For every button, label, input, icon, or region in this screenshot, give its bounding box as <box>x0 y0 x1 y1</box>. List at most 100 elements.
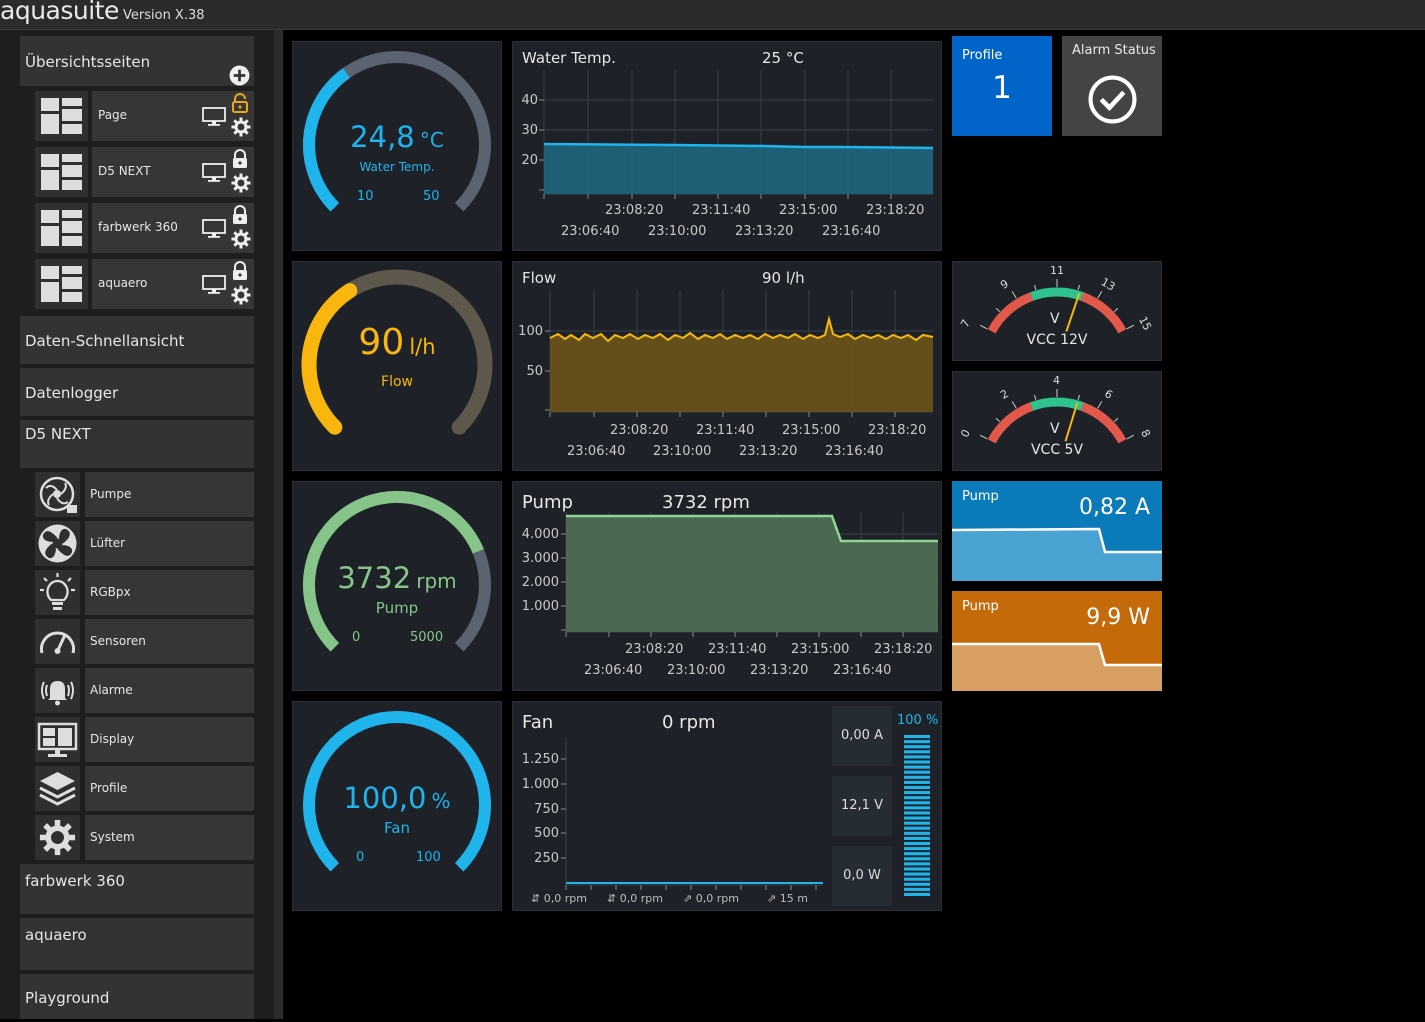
sidebar-overview-header[interactable]: Übersichtsseiten <box>20 36 254 86</box>
sidebar-quick-view[interactable]: Daten-Schnellansicht <box>20 316 254 364</box>
monitor-icon[interactable] <box>202 219 226 238</box>
light-bulb-icon <box>35 570 80 615</box>
app-name: aquasuite <box>0 0 119 25</box>
alarm-bell-icon <box>35 668 80 713</box>
monitor-icon[interactable] <box>202 163 226 182</box>
x-tick-label: 23:06:40 <box>561 224 620 239</box>
meter-needle <box>1064 402 1079 442</box>
overview-page-farbwerk-360[interactable]: farbwerk 360 <box>35 203 254 253</box>
x-tick-label: 23:08:20 <box>625 642 684 657</box>
x-tick-label: 23:06:40 <box>567 444 626 459</box>
meter-band <box>1030 397 1084 411</box>
sidebar-item-label: Sensoren <box>90 634 146 648</box>
meter-tick <box>979 324 988 330</box>
sidebar-device-aquaero[interactable]: aquaero <box>20 918 254 970</box>
fan-legend-text: 0,0 rpm <box>695 892 739 905</box>
pump-current-tile: Pump 0,82 A <box>952 481 1162 581</box>
fan-level-segment <box>904 785 930 790</box>
fan-level-segment <box>904 745 930 749</box>
gear-icon[interactable] <box>231 229 251 249</box>
monitor-icon[interactable] <box>202 107 226 126</box>
lock-icon[interactable] <box>232 261 248 281</box>
sidebar-device-d5-next[interactable]: D5 NEXT <box>20 420 254 468</box>
sidebar-item-alarme[interactable]: Alarme <box>35 668 254 713</box>
flow-gauge: 90 l/h Flow <box>292 261 502 471</box>
sidebar-datalogger[interactable]: Datenlogger <box>20 368 254 416</box>
meter-needle <box>1065 293 1081 332</box>
sidebar-item-pumpe[interactable]: Pumpe <box>35 472 254 517</box>
fan-level-segment <box>904 836 930 840</box>
pump-icon <box>35 472 80 517</box>
pump-label: Pump <box>375 599 419 617</box>
overview-page-d5-next[interactable]: D5 NEXT <box>35 147 254 197</box>
x-tick-label: 23:08:20 <box>605 203 664 218</box>
page-layout-icon <box>35 147 88 197</box>
y-tick-label: 500 <box>534 826 559 841</box>
fan-level-segment <box>904 877 930 881</box>
meter-tick <box>1097 291 1103 299</box>
sidebar-device-farbwerk-360[interactable]: farbwerk 360 <box>20 864 254 914</box>
overview-page-label: farbwerk 360 <box>98 220 178 234</box>
gear-icon[interactable] <box>231 117 251 137</box>
x-tick-label: 23:10:00 <box>648 224 707 239</box>
fan-legend-text: 0,0 rpm <box>543 892 587 905</box>
fan-max: 100 <box>416 850 441 865</box>
y-tick-label: 3.000 <box>521 551 559 566</box>
sidebar-item-label: Alarme <box>90 683 133 697</box>
sidebar-scrollbar[interactable] <box>274 30 282 1019</box>
meter-tick <box>1126 434 1135 440</box>
lock-icon[interactable] <box>232 205 248 225</box>
fan-level-segment <box>904 775 930 779</box>
x-tick-label: 23:11:40 <box>708 642 767 657</box>
x-tick-label: 23:13:20 <box>735 224 794 239</box>
meter-tick <box>1011 401 1017 409</box>
sidebar-playground[interactable]: Playground <box>20 974 254 1019</box>
lock-icon[interactable] <box>232 149 248 169</box>
alarm-status-tile[interactable]: Alarm Status <box>1062 36 1162 136</box>
pump-chart: Pump 3732 rpm 4.000 3.000 2.000 1.000 23… <box>512 481 942 691</box>
y-tick-label: 250 <box>534 851 559 866</box>
farbwerk-label: farbwerk 360 <box>25 872 125 890</box>
gear-icon[interactable] <box>231 173 251 193</box>
meter-tick <box>1077 394 1080 401</box>
water-temp-chart: Water Temp. 25 °C 40 30 20 23:08:20 23:1… <box>512 41 942 251</box>
vcc-5v-unit: V <box>1050 421 1060 437</box>
profile-tile[interactable]: Profile 1 <box>952 36 1052 136</box>
pump-unit: rpm <box>416 569 457 593</box>
overview-page-page[interactable]: Page <box>35 91 254 141</box>
sidebar-item-luefter[interactable]: Lüfter <box>35 521 254 566</box>
meter-tick <box>1077 284 1080 291</box>
sidebar-item-sensoren[interactable]: Sensoren <box>35 619 254 664</box>
x-tick-label: 23:11:40 <box>692 203 751 218</box>
unlocked-lock-icon[interactable] <box>232 93 248 113</box>
layers-icon <box>35 766 80 811</box>
fan-level-segment <box>904 882 930 886</box>
meter-tick <box>1113 417 1119 422</box>
fan-level-segment <box>904 847 930 851</box>
fan-level-segment <box>904 740 930 744</box>
meter-tick <box>995 417 1001 422</box>
monitor-icon[interactable] <box>202 275 226 294</box>
fan-legend-text: 15 m <box>779 892 808 905</box>
x-tick-label: 23:13:20 <box>739 444 798 459</box>
pump-power-tile: Pump 9,9 W <box>952 591 1162 691</box>
flow-value: 90 <box>358 322 405 363</box>
add-page-icon[interactable] <box>229 65 250 86</box>
fan-power-box: 0,0 W <box>832 846 892 906</box>
sidebar-item-rgbpx[interactable]: RGBpx <box>35 570 254 615</box>
pump-current-value: 0,82 A <box>1078 495 1150 520</box>
fan-level-segment <box>904 857 930 861</box>
gear-icon[interactable] <box>231 285 251 305</box>
sidebar-item-display[interactable]: Display <box>35 717 254 762</box>
sidebar-item-system[interactable]: System <box>35 815 254 860</box>
overview-title: Übersichtsseiten <box>25 53 151 71</box>
sidebar-item-profile[interactable]: Profile <box>35 766 254 811</box>
y-tick-label: 750 <box>534 802 559 817</box>
vcc-5v-meter: V VCC 5V 0 2 4 6 8 <box>952 371 1162 471</box>
fan-level-segment <box>904 892 930 896</box>
overview-page-aquaero[interactable]: aquaero <box>35 259 254 309</box>
y-tick-label: 20 <box>521 153 538 168</box>
fan-level-segment <box>904 791 930 795</box>
fan-level-segment <box>904 801 930 805</box>
fan-level-segment <box>904 852 930 856</box>
